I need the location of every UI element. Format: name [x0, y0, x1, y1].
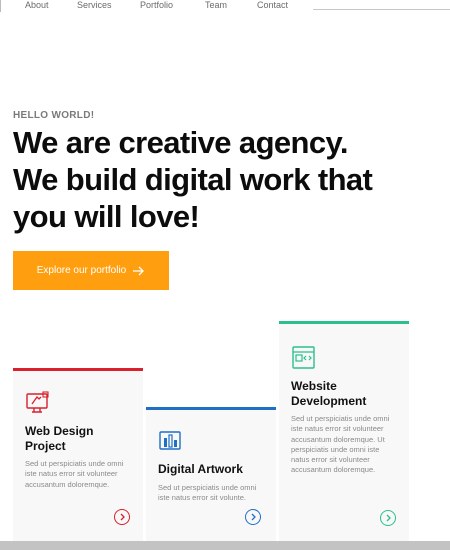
card-title: Web Design Project — [25, 424, 94, 453]
card-accent-bar — [279, 321, 409, 324]
service-card-web-design: Web Design Project Sed ut perspiciatis u… — [13, 368, 143, 541]
nav-item-portfolio[interactable]: Portfolio — [140, 0, 173, 11]
cta-label: Explore our portfolio — [36, 265, 127, 276]
nav-item-contact[interactable]: Contact — [257, 0, 288, 11]
nav-item-team[interactable]: Team — [205, 0, 227, 11]
explore-portfolio-button[interactable]: Explore our portfolio — [13, 251, 169, 290]
card-more-button[interactable] — [245, 509, 261, 525]
headline-line-2: We build digital work that — [13, 162, 373, 197]
nav-item-about[interactable]: About — [25, 0, 49, 11]
digital-artwork-icon — [159, 431, 181, 450]
arrow-right-icon — [133, 266, 145, 275]
card-description: Sed ut perspiciatis unde omni iste natus… — [158, 483, 257, 503]
headline-line-1: We are creative agency. — [13, 125, 348, 160]
hero-headline: We are creative agency. We build digital… — [13, 124, 413, 235]
service-card-website-development: Website Development Sed ut perspiciatis … — [279, 321, 409, 541]
card-description: Sed ut perspiciatis unde omni iste natus… — [291, 414, 390, 475]
nav-item-services[interactable]: Services — [77, 0, 112, 11]
web-design-icon — [26, 391, 49, 413]
service-card-digital-artwork: Digital Artwork Sed ut perspiciatis unde… — [146, 407, 276, 541]
card-more-button[interactable] — [380, 510, 396, 526]
chevron-right-icon — [120, 513, 125, 521]
headline-line-3: you will love! — [13, 199, 200, 234]
hero-eyebrow: HELLO WORLD! — [13, 110, 95, 121]
card-title: Website Development — [291, 379, 367, 408]
card-more-button[interactable] — [114, 509, 130, 525]
chevron-right-icon — [251, 513, 256, 521]
nav-divider — [0, 0, 1, 12]
website-development-icon — [292, 346, 315, 369]
chevron-right-icon — [386, 514, 391, 522]
card-accent-bar — [146, 407, 276, 410]
search-underline[interactable] — [313, 9, 450, 10]
card-accent-bar — [13, 368, 143, 371]
horizontal-scrollbar[interactable] — [0, 541, 450, 550]
card-title: Digital Artwork — [158, 462, 243, 476]
card-description: Sed ut perspiciatis unde omni iste natus… — [25, 459, 124, 489]
top-nav: About Services Portfolio Team Contact — [0, 0, 450, 14]
